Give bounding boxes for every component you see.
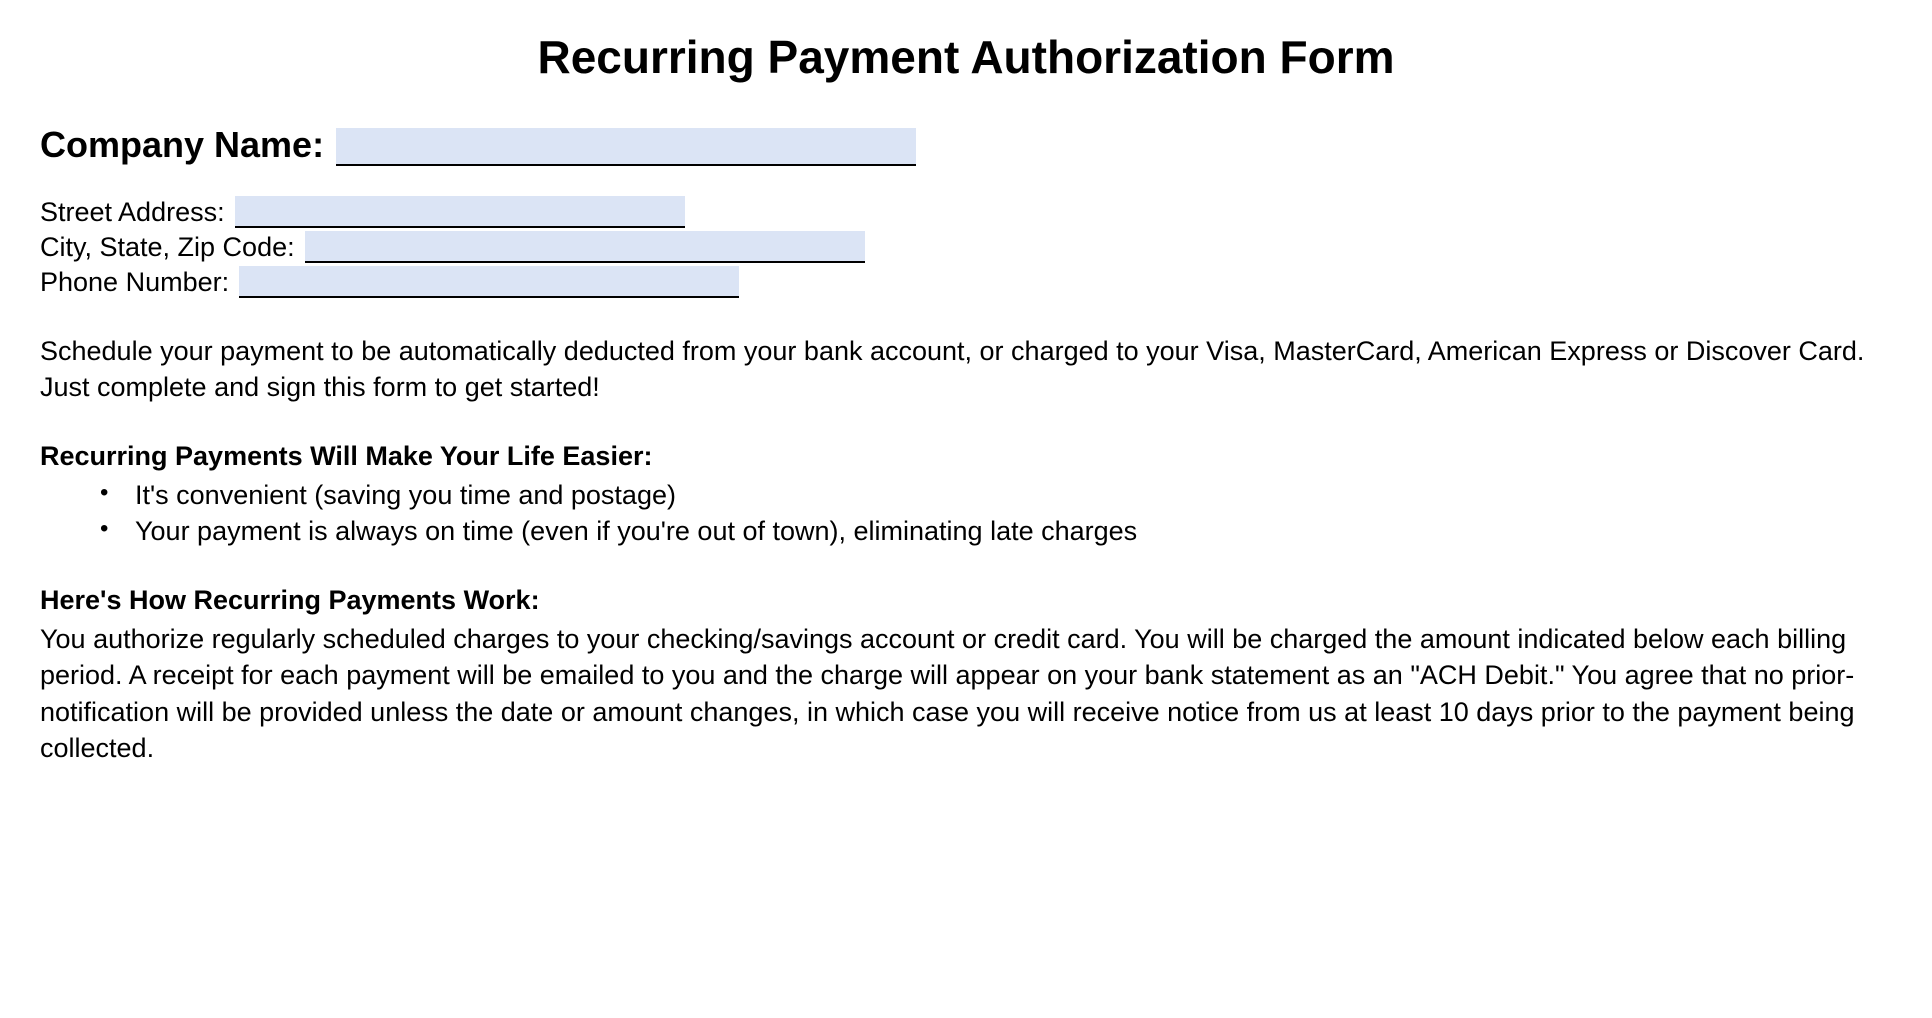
company-name-row: Company Name: (40, 124, 1892, 166)
how-it-works-section: Here's How Recurring Payments Work: You … (40, 585, 1892, 767)
address-block: Street Address: City, State, Zip Code: P… (40, 196, 1892, 298)
company-name-input[interactable] (336, 128, 916, 166)
phone-number-row: Phone Number: (40, 266, 1892, 298)
phone-number-label: Phone Number: (40, 267, 229, 298)
phone-number-input[interactable] (239, 266, 739, 298)
city-state-zip-input[interactable] (305, 231, 865, 263)
street-address-row: Street Address: (40, 196, 1892, 228)
benefits-list: It's convenient (saving you time and pos… (40, 477, 1892, 550)
street-address-label: Street Address: (40, 197, 225, 228)
street-address-input[interactable] (235, 196, 685, 228)
how-it-works-body: You authorize regularly scheduled charge… (40, 621, 1892, 767)
company-name-label: Company Name: (40, 124, 324, 166)
intro-paragraph: Schedule your payment to be automaticall… (40, 333, 1892, 406)
city-state-zip-row: City, State, Zip Code: (40, 231, 1892, 263)
form-title: Recurring Payment Authorization Form (40, 30, 1892, 84)
how-it-works-heading: Here's How Recurring Payments Work: (40, 585, 1892, 616)
list-item: It's convenient (saving you time and pos… (135, 477, 1892, 513)
city-state-zip-label: City, State, Zip Code: (40, 232, 295, 263)
list-item: Your payment is always on time (even if … (135, 513, 1892, 549)
benefits-heading: Recurring Payments Will Make Your Life E… (40, 441, 1892, 472)
benefits-section: Recurring Payments Will Make Your Life E… (40, 441, 1892, 550)
